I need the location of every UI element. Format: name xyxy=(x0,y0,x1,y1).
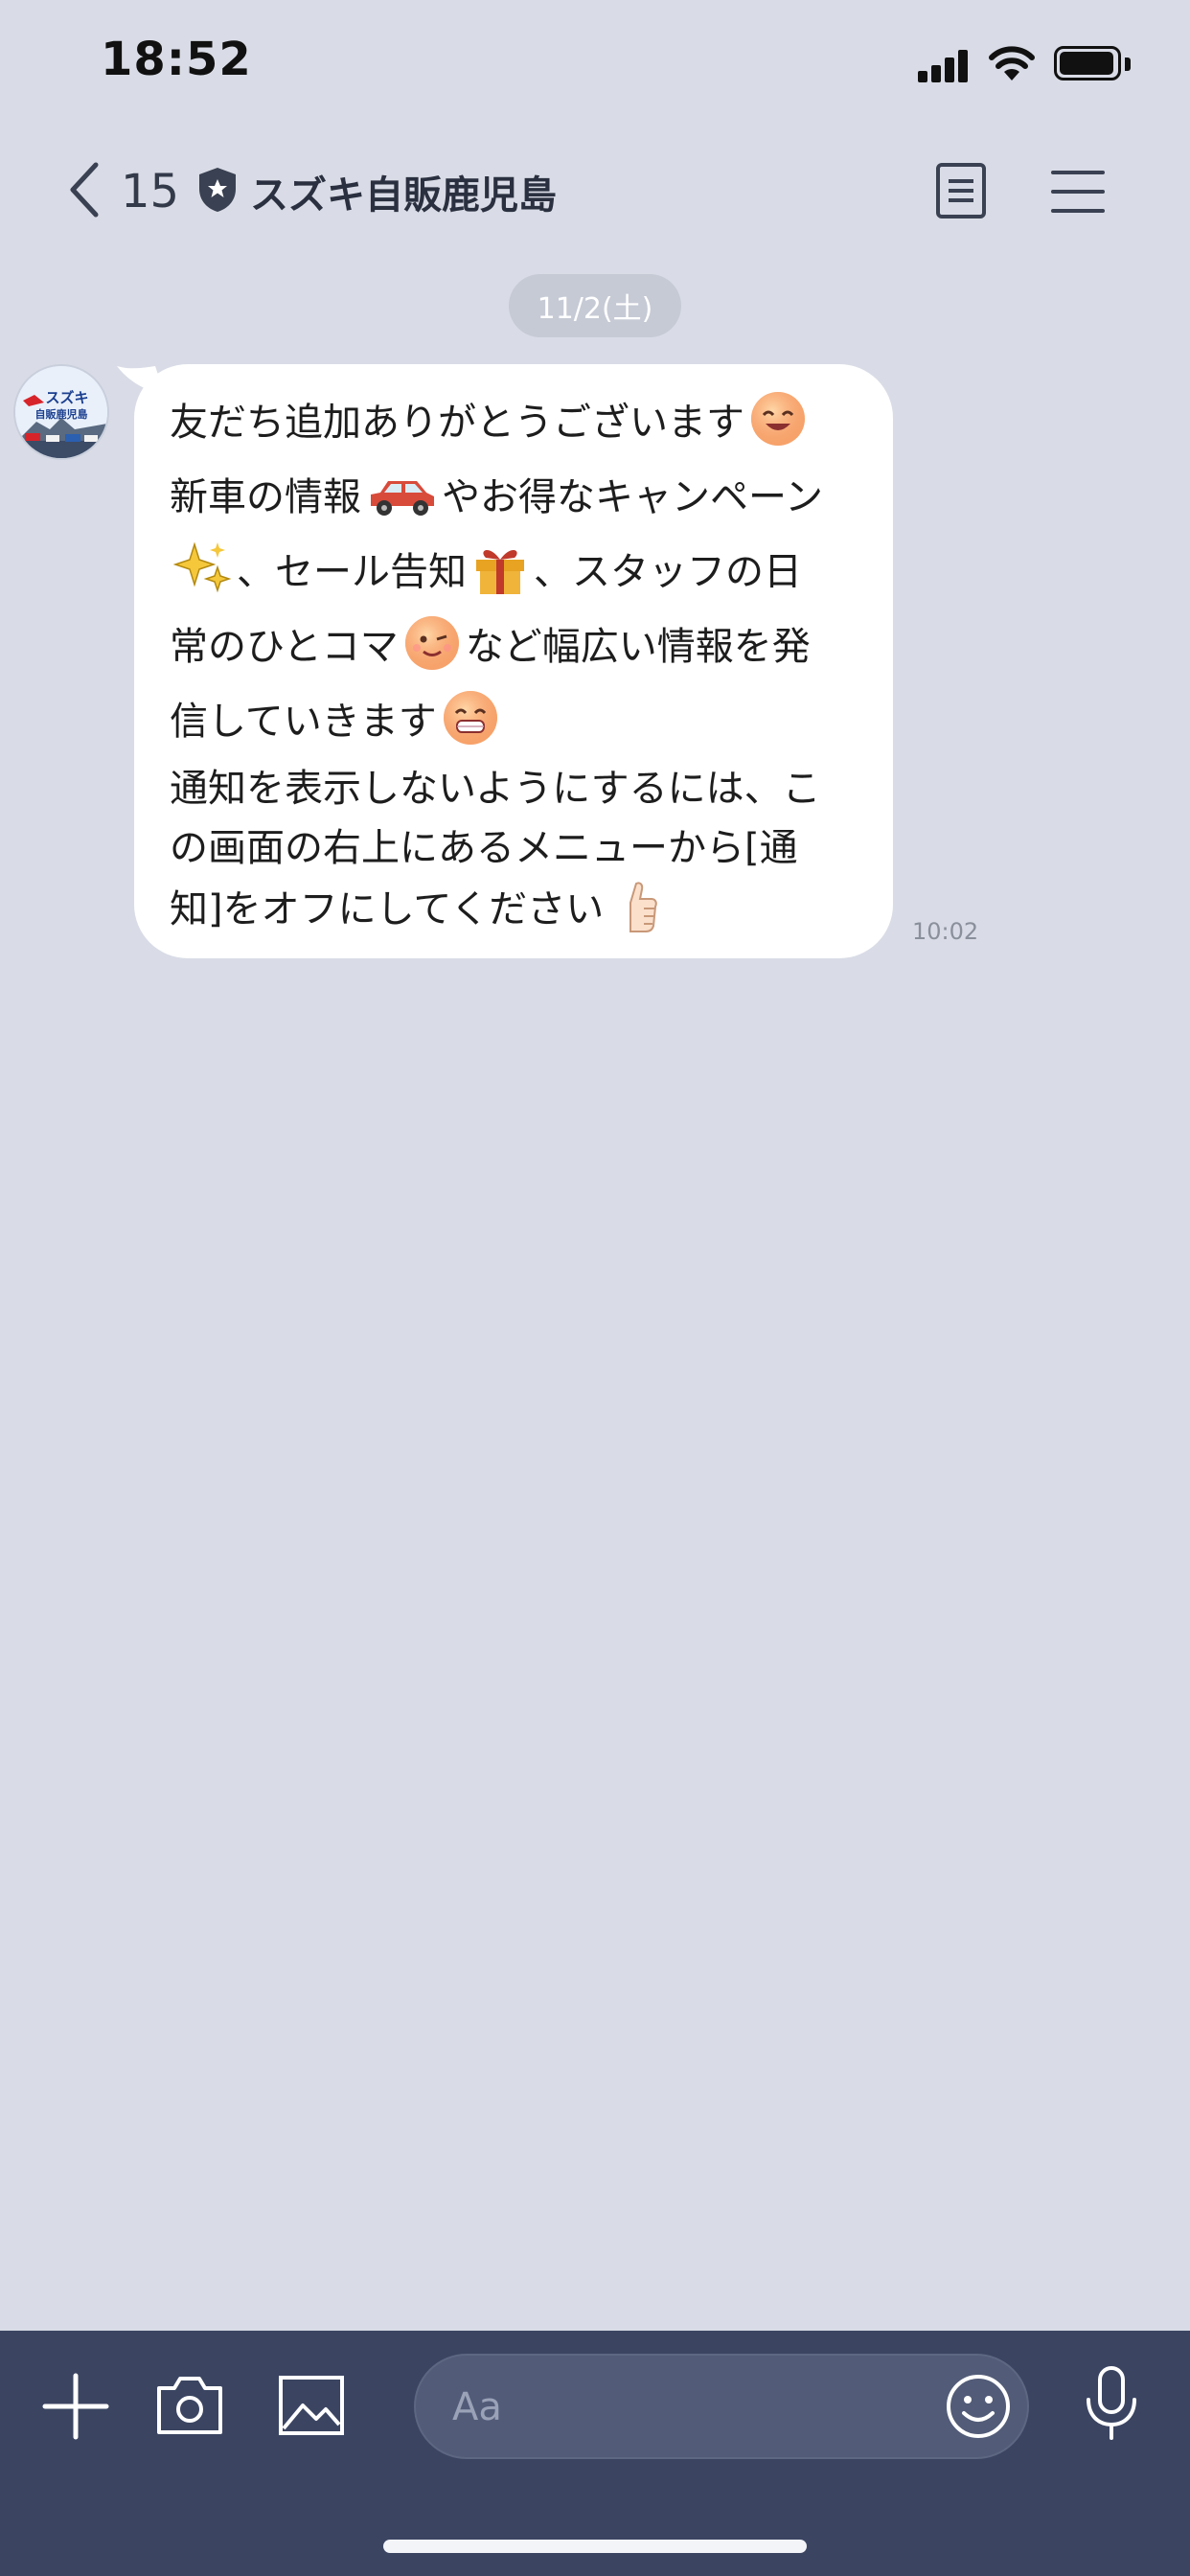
message-line: 知]をオフにしてください xyxy=(170,874,858,937)
notes-button[interactable] xyxy=(934,161,988,220)
message-line: 常のひとコマ など幅広い情報を発 xyxy=(170,606,858,680)
notes-icon xyxy=(934,163,988,224)
message-text: の画面の右上にあるメニューから[通 xyxy=(170,826,798,870)
message-text: 、スタッフの日 xyxy=(534,550,802,594)
message-bubble[interactable]: 友だち追加ありがとうございます 新車の情報 やお得なキャンペーン 、セール告知 … xyxy=(134,364,893,958)
date-separator: 11/2(土) xyxy=(509,274,681,337)
avatar[interactable]: スズキ 自販鹿児島 xyxy=(13,364,109,460)
sparkles-emoji xyxy=(173,539,233,598)
message-text: 常のひとコマ xyxy=(170,625,399,669)
emoji-icon xyxy=(945,2375,1012,2444)
camera-button[interactable] xyxy=(155,2373,224,2440)
battery-icon xyxy=(1054,46,1121,80)
message-text: 信していきます xyxy=(170,700,437,744)
verified-shield-icon xyxy=(196,166,239,218)
plus-icon xyxy=(42,2373,109,2444)
message-input-box[interactable] xyxy=(414,2354,1029,2459)
unread-count: 15 xyxy=(121,165,180,218)
message-line: 通知を表示しないようにするには、こ xyxy=(170,755,858,815)
car-emoji xyxy=(365,464,438,523)
back-button[interactable]: 15 xyxy=(67,157,179,226)
avatar-logo-text: スズキ xyxy=(45,389,88,406)
status-bar: 18:52 xyxy=(0,0,1190,134)
message-text: など幅広い情報を発 xyxy=(465,625,811,669)
microphone-button[interactable] xyxy=(1083,2365,1140,2446)
wink-emoji xyxy=(402,613,462,673)
message-timestamp: 10:02 xyxy=(912,918,979,945)
wifi-icon xyxy=(987,42,1037,86)
image-icon xyxy=(278,2376,345,2440)
chat-title-group[interactable]: スズキ自販鹿児島 xyxy=(196,157,557,226)
plus-button[interactable] xyxy=(42,2373,109,2444)
image-button[interactable] xyxy=(278,2375,345,2440)
menu-icon xyxy=(1049,171,1107,222)
back-chevron-icon xyxy=(67,161,102,222)
message-line: 友だち追加ありがとうございます xyxy=(170,381,858,456)
message-text: やお得なキャンペーン xyxy=(442,475,823,519)
status-time: 18:52 xyxy=(101,33,252,86)
smile-emoji xyxy=(748,389,808,448)
message-line: 、セール告知 、スタッフの日 xyxy=(170,531,858,606)
message-line: 信していきます xyxy=(170,680,858,755)
chat-header: 15 スズキ自販鹿児島 xyxy=(0,144,1190,240)
signal-icon xyxy=(918,50,968,82)
message-text: 新車の情報 xyxy=(170,475,361,519)
chat-title: スズキ自販鹿児島 xyxy=(250,173,557,218)
message-line: 新車の情報 やお得なキャンペーン xyxy=(170,456,858,531)
message-text: 、セール告知 xyxy=(237,550,467,594)
message-input[interactable] xyxy=(450,2356,914,2459)
microphone-icon xyxy=(1083,2366,1140,2446)
menu-button[interactable] xyxy=(1049,165,1107,218)
grin-emoji xyxy=(441,688,500,748)
thumbs-up-emoji xyxy=(607,876,667,935)
message-text: 通知を表示しないようにするには、こ xyxy=(170,767,821,811)
battery-nub xyxy=(1125,58,1131,71)
emoji-button[interactable] xyxy=(945,2373,1012,2444)
message-text: 知]をオフにしてください xyxy=(170,887,605,932)
camera-icon xyxy=(155,2377,224,2440)
home-indicator[interactable] xyxy=(383,2540,807,2553)
message-line: の画面の右上にあるメニューから[通 xyxy=(170,815,858,874)
message-text: 友だち追加ありがとうございます xyxy=(170,401,744,445)
gift-emoji xyxy=(470,539,530,598)
